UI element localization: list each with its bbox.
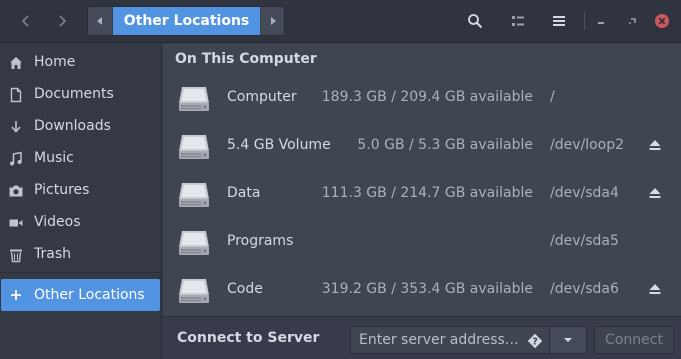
volume-name: Computer [227,89,297,105]
volume-path: /dev/loop2 [550,137,625,153]
sidebar-item-label: Home [34,54,76,70]
download-icon [8,119,24,135]
path-bar: Other Locations [87,6,285,36]
sidebar-item-downloads[interactable]: Downloads [0,110,161,142]
hamburger-menu-icon [553,16,565,26]
triangle-left-icon [97,17,102,25]
eject-icon [649,188,661,198]
volume-path: /dev/sda6 [550,281,619,297]
view-mode-button[interactable] [502,6,534,36]
list-view-icon [512,16,524,26]
sidebar-item-videos[interactable]: Videos [0,206,161,238]
path-scroll-right-button[interactable] [261,7,284,35]
search-button[interactable] [459,6,491,36]
volume-row-5-4-gb-volume[interactable]: 5.4 GB Volume 5.0 GB / 5.3 GB available/d… [163,121,681,169]
server-address-input[interactable] [351,327,521,353]
volume-capacity: 5.0 GB / 5.3 GB available [357,137,533,153]
sidebar-item-home[interactable]: Home [0,46,161,78]
sidebar-item-label: Videos [34,214,81,230]
chevron-right-icon [59,15,67,27]
plus-icon [8,287,24,303]
eject-icon [649,284,661,294]
sidebar: Home Documents Downloads Music Pictures … [0,43,162,359]
server-address-field[interactable]: ? [350,326,550,354]
svg-text:?: ? [532,337,538,348]
drive-icon [179,135,209,159]
document-icon [8,87,24,103]
minimize-button[interactable] [585,6,617,36]
forward-button[interactable] [46,6,78,36]
drive-icon [179,183,209,207]
trash-icon [8,247,24,263]
sidebar-item-other-locations[interactable]: Other Locations [1,279,160,311]
sidebar-item-label: Other Locations [34,287,145,303]
eject-button[interactable] [647,137,663,153]
maximize-button[interactable] [617,6,649,36]
minimize-icon [598,22,604,24]
volume-row-computer[interactable]: Computer 189.3 GB / 209.4 GB available / [163,73,681,121]
close-icon [655,14,669,28]
volume-capacity: 319.2 GB / 353.4 GB available [321,281,533,297]
sidebar-item-music[interactable]: Music [0,142,161,174]
volume-capacity: 189.3 GB / 209.4 GB available [321,89,533,105]
sidebar-item-label: Documents [34,86,114,102]
volume-name: Programs [227,233,294,249]
chevron-down-icon [564,338,572,342]
eject-icon [649,140,661,150]
drive-icon [179,87,209,111]
volume-path: /dev/sda4 [550,185,619,201]
path-current-location[interactable]: Other Locations [113,7,260,35]
chevron-left-icon [21,15,29,27]
sidebar-separator [0,272,161,273]
volume-name: 5.4 GB Volume [227,137,331,153]
section-title: On This Computer [175,51,317,67]
home-icon [8,55,24,71]
sidebar-item-label: Trash [34,246,71,262]
volume-path: / [550,89,555,105]
server-history-dropdown[interactable] [549,326,587,354]
connect-to-server-bar: Connect to Server ? Connect [163,316,681,359]
volume-row-programs[interactable]: Programs/dev/sda5 [163,217,681,265]
volume-row-code[interactable]: Code 319.2 GB / 353.4 GB available/dev/sd… [163,265,681,313]
volume-name: Data [227,185,261,201]
sidebar-item-pictures[interactable]: Pictures [0,174,161,206]
triangle-right-icon [271,17,276,25]
video-icon [8,215,24,231]
locations-list: On This Computer Computer 189.3 GB / 209.… [163,43,681,316]
drive-icon [179,231,209,255]
sidebar-item-trash[interactable]: Trash [0,238,161,270]
connect-label: Connect to Server [177,330,320,346]
volume-name: Code [227,281,263,297]
back-button[interactable] [10,6,42,36]
camera-icon [8,183,24,199]
sidebar-item-label: Downloads [34,118,111,134]
close-button[interactable] [646,6,678,36]
sidebar-item-label: Music [34,150,74,166]
sidebar-item-label: Pictures [34,182,90,198]
volume-path: /dev/sda5 [550,233,619,249]
volume-capacity: 111.3 GB / 214.7 GB available [321,185,533,201]
connect-button[interactable]: Connect [594,326,674,354]
maximize-icon [629,18,636,24]
music-icon [8,151,24,167]
eject-button[interactable] [647,185,663,201]
help-icon[interactable]: ? [527,333,543,349]
path-scroll-left-button[interactable] [88,7,112,35]
search-icon [468,14,483,29]
menu-button[interactable] [543,6,575,36]
header-bar: Other Locations [0,0,681,43]
drive-icon [179,279,209,303]
eject-button[interactable] [647,281,663,297]
sidebar-item-documents[interactable]: Documents [0,78,161,110]
volume-row-data[interactable]: Data 111.3 GB / 214.7 GB available/dev/sd… [163,169,681,217]
